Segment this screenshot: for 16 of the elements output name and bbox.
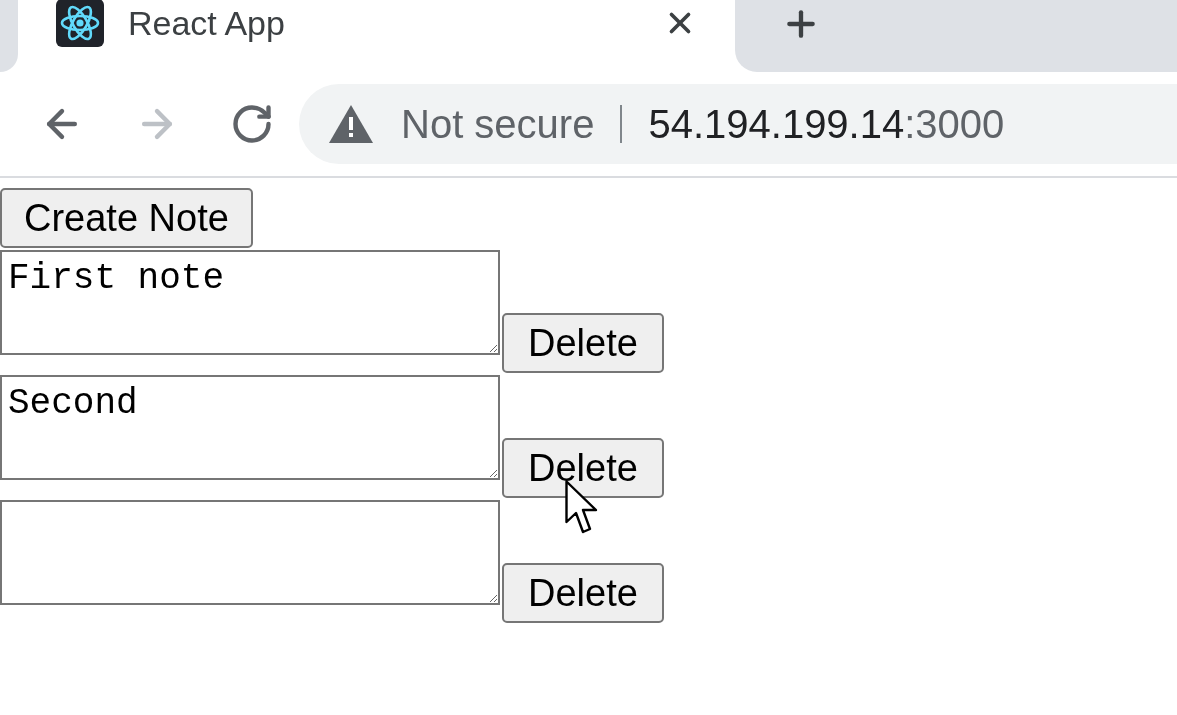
note-textarea[interactable]: First note xyxy=(0,250,500,355)
security-label: Not secure xyxy=(401,101,595,147)
delete-button[interactable]: Delete xyxy=(502,563,664,623)
delete-button[interactable]: Delete xyxy=(502,313,664,373)
note-textarea[interactable]: Second xyxy=(0,375,500,480)
note-textarea[interactable] xyxy=(0,500,500,605)
url-text: 54.194.199.14:3000 xyxy=(648,101,1005,147)
delete-button[interactable]: Delete xyxy=(502,438,664,498)
warning-icon xyxy=(329,105,373,143)
reload-icon xyxy=(230,102,274,146)
atom-icon xyxy=(56,0,104,47)
tab-strip xyxy=(0,0,18,72)
reload-button[interactable] xyxy=(230,102,274,146)
tab-title: React App xyxy=(128,3,286,43)
create-note-button[interactable]: Create Note xyxy=(0,188,253,248)
address-bar[interactable]: Not secure 54.194.199.14:3000 xyxy=(299,84,1177,164)
